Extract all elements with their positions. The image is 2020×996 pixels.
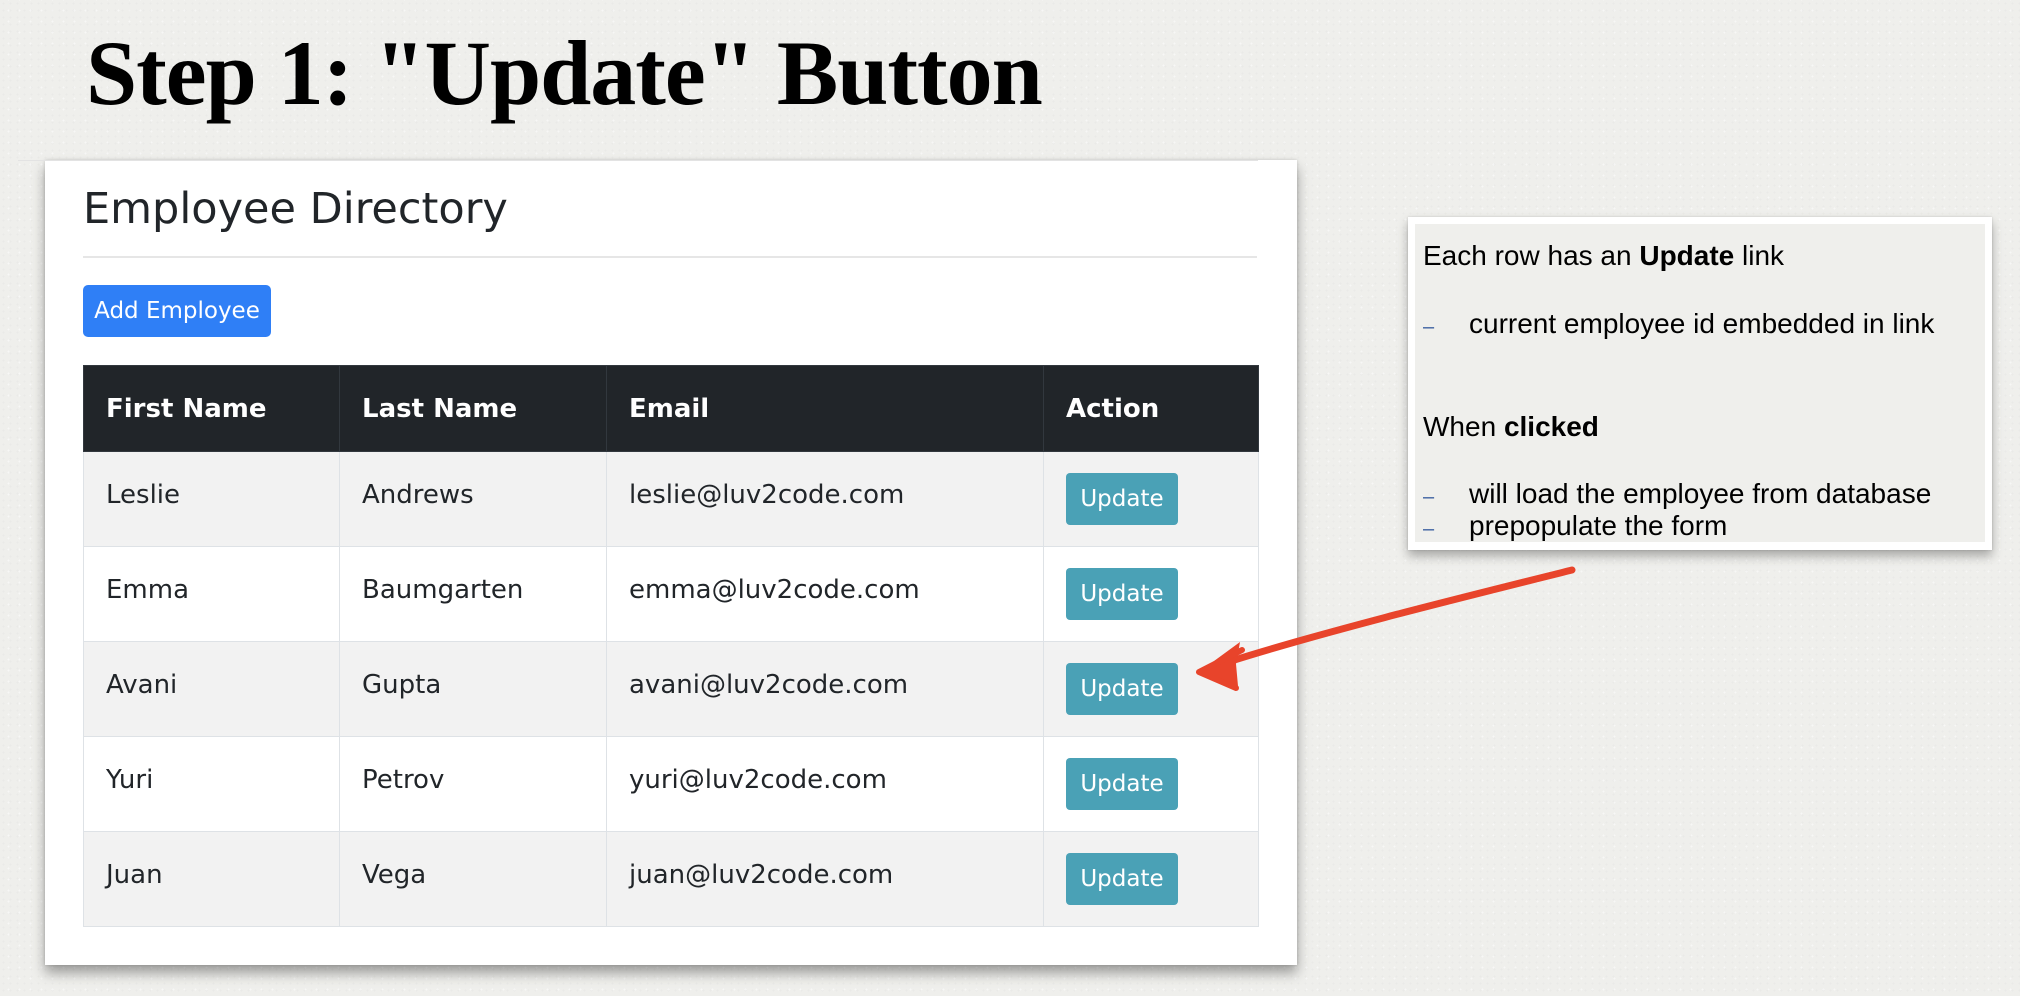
first-name-cell: Yuri	[83, 736, 340, 832]
callout-line-update-link: Each row has an Update link	[1423, 240, 1784, 272]
first-name-cell: Juan	[83, 831, 340, 927]
top-divider	[18, 160, 1258, 161]
table-row: Yuri Petrov yuri@luv2code.com Update	[83, 736, 1259, 832]
dash-icon: –	[1423, 486, 1435, 508]
last-name-cell: Petrov	[339, 736, 607, 832]
update-button[interactable]: Update	[1066, 473, 1178, 525]
callout-bullet-text: current employee id embedded in link	[1469, 308, 1935, 339]
action-cell: Update	[1043, 831, 1259, 927]
email: avani@luv2code.com	[629, 670, 909, 700]
email-cell: avani@luv2code.com	[606, 641, 1044, 737]
email: emma@luv2code.com	[629, 575, 920, 605]
update-button[interactable]: Update	[1066, 568, 1178, 620]
first-name: Yuri	[106, 765, 154, 795]
callout-text: Each row has an	[1423, 240, 1640, 271]
last-name: Vega	[362, 860, 427, 890]
callout-note: Each row has an Update link – current emp…	[1408, 217, 1992, 550]
table-row: Emma Baumgarten emma@luv2code.com Update	[83, 546, 1259, 642]
last-name-cell: Andrews	[339, 451, 607, 547]
email: leslie@luv2code.com	[629, 480, 905, 510]
table-row: Leslie Andrews leslie@luv2code.com Updat…	[83, 451, 1259, 547]
add-employee-button[interactable]: Add Employee	[83, 285, 271, 337]
table-row: Juan Vega juan@luv2code.com Update	[83, 831, 1259, 927]
first-name: Juan	[106, 860, 163, 890]
action-cell: Update	[1043, 451, 1259, 547]
email-cell: leslie@luv2code.com	[606, 451, 1044, 547]
callout-bullet-text: will load the employee from database	[1469, 478, 1932, 509]
table-header-row: First Name Last Name Email Action	[83, 365, 1259, 452]
email-cell: emma@luv2code.com	[606, 546, 1044, 642]
first-name-cell: Avani	[83, 641, 340, 737]
column-header-email: Email	[606, 365, 1044, 452]
action-cell: Update	[1043, 736, 1259, 832]
last-name-cell: Gupta	[339, 641, 607, 737]
update-button[interactable]: Update	[1066, 663, 1178, 715]
employee-directory-screenshot: Employee Directory Add Employee First Na…	[18, 160, 1297, 965]
first-name: Emma	[106, 575, 190, 605]
callout-text: link	[1734, 240, 1785, 271]
title-divider	[83, 256, 1257, 258]
last-name-cell: Vega	[339, 831, 607, 927]
update-button[interactable]: Update	[1066, 853, 1178, 905]
callout-text: When	[1423, 411, 1504, 442]
callout-bullet-text: prepopulate the form	[1469, 510, 1728, 541]
email: yuri@luv2code.com	[629, 765, 887, 795]
update-button[interactable]: Update	[1066, 758, 1178, 810]
column-header-last-name: Last Name	[339, 365, 607, 452]
first-name-cell: Leslie	[83, 451, 340, 547]
employee-table: First Name Last Name Email Action Leslie…	[83, 365, 1259, 927]
last-name: Petrov	[362, 765, 445, 795]
callout-line-clicked: When clicked	[1423, 411, 1599, 443]
callout-bullet: – will load the employee from database	[1423, 478, 1931, 510]
last-name: Andrews	[362, 480, 474, 510]
email: juan@luv2code.com	[629, 860, 894, 890]
email-cell: juan@luv2code.com	[606, 831, 1044, 927]
callout-bullet: – current employee id embedded in link	[1423, 308, 1934, 340]
dash-icon: –	[1423, 518, 1435, 540]
column-header-first-name: First Name	[83, 365, 340, 452]
dash-icon: –	[1423, 316, 1435, 338]
callout-bullet: – prepopulate the form	[1423, 510, 1727, 542]
callout-body: Each row has an Update link – current emp…	[1415, 224, 1985, 542]
callout-bold-update: Update	[1639, 240, 1735, 271]
email-cell: yuri@luv2code.com	[606, 736, 1044, 832]
action-cell: Update	[1043, 546, 1259, 642]
last-name: Baumgarten	[362, 575, 524, 605]
last-name-cell: Baumgarten	[339, 546, 607, 642]
first-name: Avani	[106, 670, 178, 700]
slide-title: Step 1: "Update" Button	[86, 22, 1043, 124]
table-row: Avani Gupta avani@luv2code.com Update	[83, 641, 1259, 737]
first-name: Leslie	[106, 480, 181, 510]
column-header-action: Action	[1043, 365, 1259, 452]
callout-bold-clicked: clicked	[1503, 411, 1599, 442]
page-title: Employee Directory	[83, 184, 508, 234]
action-cell: Update	[1043, 641, 1259, 737]
last-name: Gupta	[362, 670, 442, 700]
first-name-cell: Emma	[83, 546, 340, 642]
